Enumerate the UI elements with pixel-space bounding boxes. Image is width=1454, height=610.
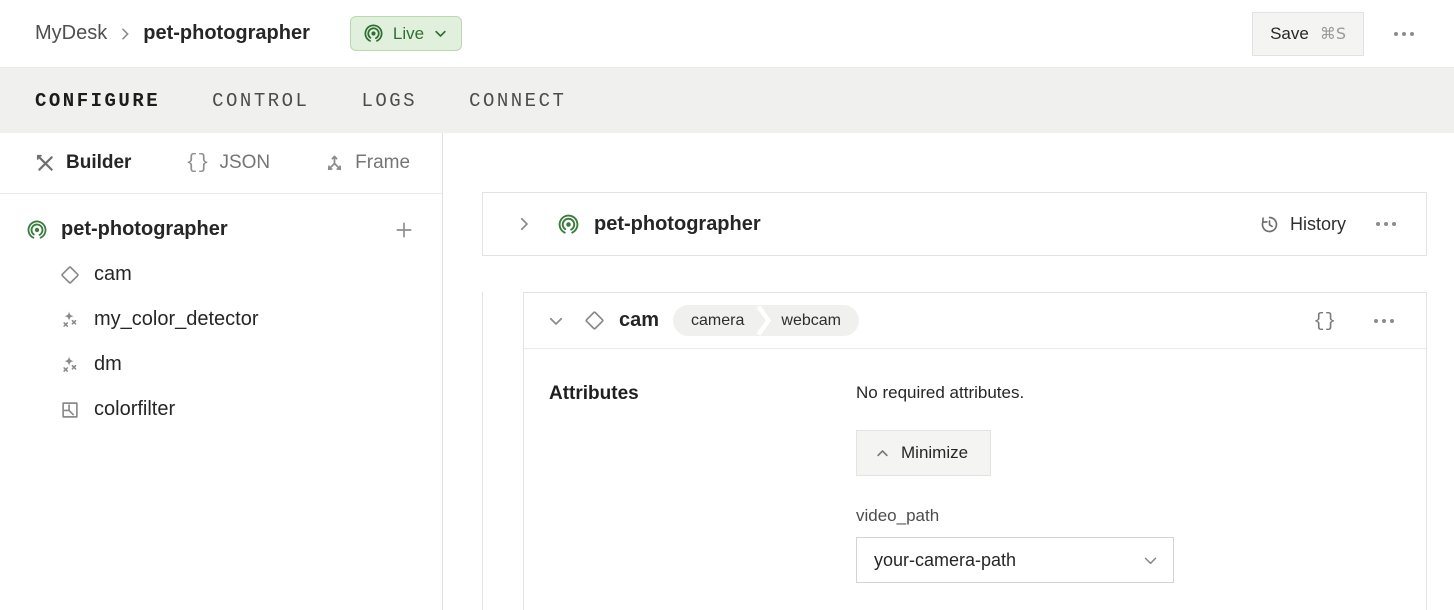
view-tab-frame[interactable]: Frame [324,152,410,174]
view-tab-builder-label: Builder [66,152,131,174]
tag-divider-chevron [756,305,771,336]
video-path-select[interactable]: your-camera-path [856,537,1174,583]
minimize-button[interactable]: Minimize [856,430,991,476]
component-card-header: cam camera webcam {} [524,293,1426,349]
chevron-down-icon [433,26,448,41]
tree-item-label: colorfilter [94,398,175,421]
module-icon [59,399,81,421]
top-bar: MyDesk pet-photographer Live Save ⌘S [0,0,1454,67]
part-expand-chevron-right-icon[interactable] [511,211,537,237]
chevron-up-icon [875,446,890,461]
machine-nav-tabs: CONFIGURE CONTROL LOGS CONNECT [0,67,1454,133]
axes-icon [324,153,345,174]
tab-logs[interactable]: LOGS [361,90,417,112]
component-diamond-icon [583,309,606,332]
view-tab-json-label: JSON [219,152,270,174]
minimize-button-label: Minimize [901,443,968,463]
tree-item-dm[interactable]: dm [0,342,442,387]
save-button[interactable]: Save ⌘S [1252,12,1364,56]
history-label: History [1290,214,1346,235]
chevron-down-icon [1142,552,1159,569]
service-sparkle-icon [59,309,81,331]
component-card-body: Attributes No required attributes. Minim… [524,349,1426,610]
tree-root-machine-part[interactable]: pet-photographer [0,207,442,252]
history-button[interactable]: History [1259,214,1346,235]
tree-item-label: cam [94,263,132,286]
component-diamond-icon [59,264,81,286]
video-path-select-value: your-camera-path [874,550,1016,571]
component-menu-button[interactable] [1366,311,1402,331]
video-path-field-label: video_path [856,506,1402,526]
tree-root-label: pet-photographer [61,218,390,241]
tools-icon [35,153,56,174]
component-collapse-chevron-down-icon[interactable] [543,308,569,334]
component-title: cam [619,309,659,332]
chevron-right-icon [117,26,133,42]
attributes-column: Attributes [549,383,856,583]
machine-status-live-button[interactable]: Live [350,16,462,51]
tree-item-label: my_color_detector [94,308,259,331]
live-broadcast-icon [363,23,384,44]
tab-connect[interactable]: CONNECT [469,90,566,112]
resource-tree: pet-photographer cam [0,194,442,432]
history-clock-icon [1259,214,1280,235]
view-tab-frame-label: Frame [355,152,410,174]
component-model-tag: camera webcam [673,305,859,336]
tree-item-label: dm [94,353,122,376]
part-card-menu-button[interactable] [1368,214,1404,234]
machine-live-icon [26,219,48,241]
tree-item-cam[interactable]: cam [0,252,442,297]
machine-live-icon [557,213,580,236]
save-button-label: Save [1270,24,1309,44]
config-main-panel: pet-photographer History [443,133,1454,610]
breadcrumb-root[interactable]: MyDesk [35,22,107,45]
config-sidebar: Builder {} JSON Frame [0,133,443,610]
part-group-body: cam camera webcam {} Attributes [482,292,1427,610]
viam-config-app: MyDesk pet-photographer Live Save ⌘S [0,0,1454,610]
machine-part-card: pet-photographer History [482,192,1427,256]
tab-control[interactable]: CONTROL [212,90,309,112]
tab-configure[interactable]: CONFIGURE [35,90,160,112]
topbar-overflow-menu-button[interactable] [1386,24,1422,44]
view-tab-builder[interactable]: Builder [35,152,131,174]
edit-json-braces-button[interactable]: {} [1307,306,1342,336]
tree-item-colorfilter[interactable]: colorfilter [0,387,442,432]
attributes-form: No required attributes. Minimize video_p… [856,383,1402,583]
attributes-section-label: Attributes [549,383,856,405]
component-type-tag-label: camera [673,305,756,336]
breadcrumb-current: pet-photographer [143,22,310,45]
component-card-cam: cam camera webcam {} Attributes [523,292,1427,610]
service-sparkle-icon [59,354,81,376]
content-area: Builder {} JSON Frame [0,133,1454,610]
attributes-empty-note: No required attributes. [856,383,1402,403]
view-tab-json[interactable]: {} JSON [185,152,270,175]
braces-icon: {} [185,152,209,175]
live-status-label: Live [393,24,424,44]
config-view-tabs: Builder {} JSON Frame [0,133,442,194]
add-resource-button[interactable] [390,216,418,244]
component-model-tag-label: webcam [771,305,859,336]
save-shortcut-hint: ⌘S [1320,24,1346,43]
part-card-title: pet-photographer [594,213,1259,236]
tree-item-my-color-detector[interactable]: my_color_detector [0,297,442,342]
